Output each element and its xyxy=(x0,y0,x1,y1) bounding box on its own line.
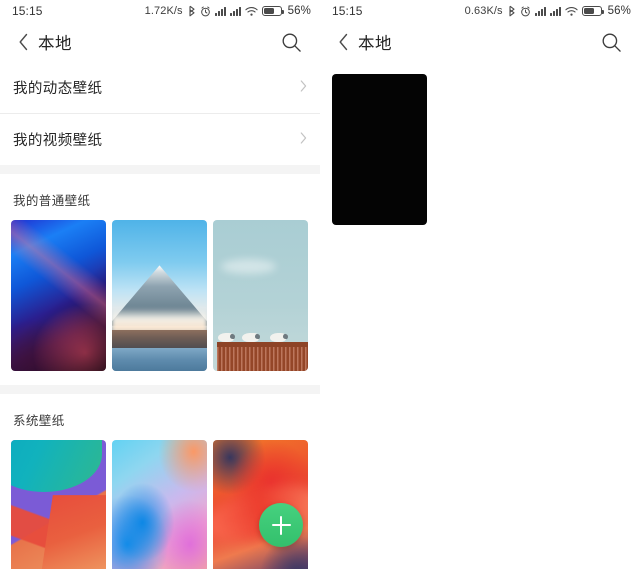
battery-percent-label: 56% xyxy=(607,5,631,17)
status-icons-group: 0.63K/s 56% xyxy=(465,5,631,17)
back-icon[interactable] xyxy=(12,27,34,57)
list-item-label: 我的视频壁纸 xyxy=(13,133,103,149)
network-speed-label: 0.63K/s xyxy=(464,5,503,17)
section-title: 我的普通壁纸 xyxy=(0,174,320,220)
search-icon[interactable] xyxy=(276,27,306,57)
right-screen: 15:15 0.63K/s 56% 本地 xyxy=(320,0,640,569)
teal-disc xyxy=(11,440,103,493)
network-speed-label: 1.72K/s xyxy=(144,5,183,17)
status-clock: 15:15 xyxy=(12,4,43,18)
wallpaper-red-flow[interactable] xyxy=(213,440,308,569)
chevron-right-icon xyxy=(300,131,307,149)
section-spacer xyxy=(0,165,320,174)
list-item-live-wallpapers[interactable]: 我的动态壁纸 xyxy=(0,62,320,113)
back-icon[interactable] xyxy=(332,27,354,57)
wallpaper-black[interactable] xyxy=(332,74,427,225)
red-wedge xyxy=(39,495,106,569)
status-bar: 15:15 1.72K/s 56% xyxy=(0,0,320,22)
seagull xyxy=(270,332,287,343)
shoreline xyxy=(112,330,207,350)
alarm-icon xyxy=(520,6,531,17)
section-spacer xyxy=(0,385,320,394)
section-title: 系统壁纸 xyxy=(0,394,320,440)
status-bar: 15:15 0.63K/s 56% xyxy=(320,0,640,22)
signal-bars-icon xyxy=(214,6,226,16)
battery-icon xyxy=(261,6,284,16)
blue-swirl xyxy=(112,466,188,569)
signal-bars-icon xyxy=(229,6,241,16)
list-item-video-wallpapers[interactable]: 我的视频壁纸 xyxy=(0,114,320,165)
alarm-icon xyxy=(200,6,211,17)
list-item-label: 我的动态壁纸 xyxy=(13,81,103,97)
app-bar: 本地 xyxy=(0,22,320,62)
bluetooth-icon xyxy=(508,5,516,17)
battery-percent-label: 56% xyxy=(287,5,311,17)
cloud-band xyxy=(112,307,207,332)
thumbnail-grid xyxy=(0,220,320,371)
wifi-icon xyxy=(565,6,578,17)
seagull xyxy=(217,332,234,343)
grid-bottom-pad xyxy=(0,371,320,385)
wallpaper-list: 我的动态壁纸 我的视频壁纸 我的普通壁纸 系统壁纸 xyxy=(0,62,320,569)
page-title: 本地 xyxy=(38,35,72,53)
left-screen: 15:15 1.72K/s 56% 本地 我的动态壁纸 我的视频壁纸 我的普通壁… xyxy=(0,0,320,569)
signal-bars-icon xyxy=(549,6,561,16)
wallpaper-pastel-gradient[interactable] xyxy=(112,440,207,569)
cloud-wisp xyxy=(220,259,276,275)
wallpaper-seagulls[interactable] xyxy=(213,220,308,371)
dual-screenshot-container: 15:15 1.72K/s 56% 本地 我的动态壁纸 我的视频壁纸 我的普通壁… xyxy=(0,0,640,569)
bluetooth-icon xyxy=(188,5,196,17)
chevron-right-icon xyxy=(300,79,307,97)
signal-bars-icon xyxy=(534,6,546,16)
entry-rows-group: 我的动态壁纸 我的视频壁纸 xyxy=(0,62,320,165)
lake-water xyxy=(112,348,207,371)
section-my-normal-wallpapers: 我的普通壁纸 xyxy=(0,174,320,385)
app-bar: 本地 xyxy=(320,22,640,62)
search-icon[interactable] xyxy=(596,27,626,57)
wooden-post xyxy=(216,342,308,371)
seagull xyxy=(242,332,259,343)
page-title: 本地 xyxy=(358,35,392,53)
plus-icon xyxy=(271,516,291,534)
status-clock: 15:15 xyxy=(332,4,363,18)
wallpaper-mount-fuji[interactable] xyxy=(112,220,207,371)
wallpaper-abstract-blue[interactable] xyxy=(11,220,106,371)
status-icons-group: 1.72K/s 56% xyxy=(145,5,311,17)
wifi-icon xyxy=(245,6,258,17)
wallpaper-list xyxy=(320,62,640,569)
wallpaper-miui-geometric[interactable] xyxy=(11,440,106,569)
add-wallpaper-button[interactable] xyxy=(259,503,303,547)
battery-icon xyxy=(581,6,604,16)
